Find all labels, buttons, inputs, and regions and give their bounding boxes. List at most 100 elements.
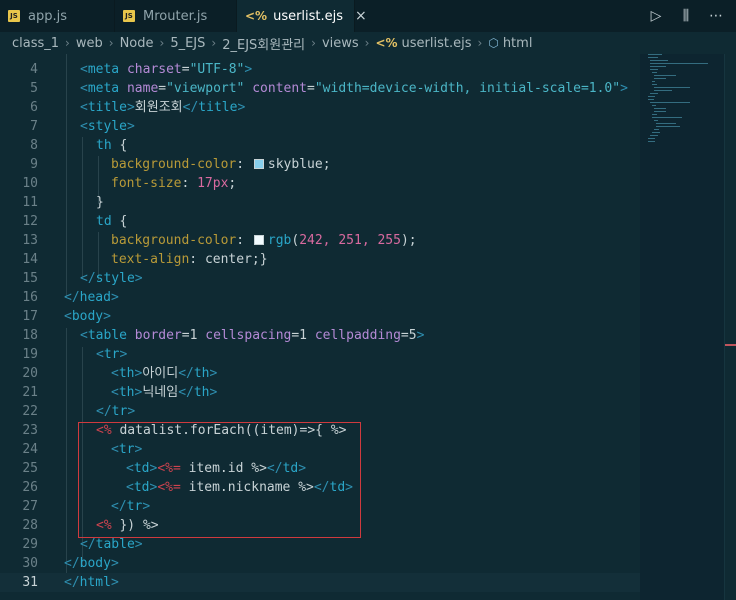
minimap-line <box>650 135 658 136</box>
line-number: 8 <box>30 138 38 153</box>
minimap-line <box>652 132 660 133</box>
split-editor-icon[interactable]: ⫼ <box>678 8 694 24</box>
line-number: 9 <box>30 157 38 172</box>
chevron-right-icon: › <box>311 36 316 50</box>
line-number: 26 <box>22 480 38 495</box>
line-number: 6 <box>30 100 38 115</box>
scrollbar-marker <box>725 344 736 346</box>
chevron-right-icon: › <box>108 36 114 50</box>
breadcrumb: class_1 › web › Node › 5_EJS › 2_EJS회원관리 › vi… <box>0 32 736 54</box>
minimap-line <box>654 90 672 91</box>
minimap-line <box>650 69 658 70</box>
minimap-line <box>654 75 676 76</box>
html-element-icon: ⬡ <box>488 36 499 50</box>
code-line: 19 <tr> <box>0 345 640 364</box>
minimap-line <box>650 63 708 64</box>
code-line: 4 <meta charset="UTF-8"> <box>0 60 640 79</box>
code-line: 17 <body> <box>0 307 640 326</box>
line-number: 16 <box>22 290 38 305</box>
code-line: 22 </tr> <box>0 402 640 421</box>
line-number: 14 <box>22 252 38 267</box>
breadcrumb-item[interactable]: userlist.ejs <box>402 36 472 51</box>
highlight-annotation-box <box>78 422 361 538</box>
minimap-line <box>656 123 676 124</box>
minimap-line <box>652 117 682 118</box>
chevron-right-icon: › <box>211 36 217 50</box>
line-number: 23 <box>22 423 38 438</box>
line-number: 31 <box>22 575 38 590</box>
tab-label: userlist.ejs <box>273 8 344 24</box>
code-line: 7 <style> <box>0 117 640 136</box>
minimap-line <box>648 99 654 100</box>
minimap-line <box>650 66 666 67</box>
code-line: 9 background-color: skyblue; <box>0 155 640 174</box>
code-line: 15 </style> <box>0 269 640 288</box>
line-number: 18 <box>22 328 38 343</box>
minimap-line <box>654 111 666 112</box>
breadcrumb-item[interactable]: 2_EJS회원관리 <box>222 34 305 53</box>
line-number: 22 <box>22 404 38 419</box>
code-line: 6 <title>회원조회</title> <box>0 98 640 117</box>
breadcrumb-item[interactable]: 5_EJS <box>170 36 205 51</box>
breadcrumb-item[interactable]: views <box>322 36 359 51</box>
minimap-line <box>650 102 690 103</box>
line-number: 19 <box>22 347 38 362</box>
chevron-right-icon: › <box>65 36 70 50</box>
tab-mrouter-js[interactable]: JS Mrouter.js <box>115 0 237 32</box>
color-swatch[interactable] <box>253 159 264 169</box>
minimap-line <box>652 114 657 115</box>
line-number: 28 <box>22 518 38 533</box>
minimap-line <box>652 105 656 106</box>
minimap-line <box>648 96 655 97</box>
minimap-line <box>654 87 690 88</box>
minimap-line <box>648 138 655 139</box>
line-number: 13 <box>22 233 38 248</box>
minimap-line <box>656 126 680 127</box>
minimap-line <box>650 60 668 61</box>
minimap-line <box>654 129 659 130</box>
minimap-line <box>654 108 666 109</box>
code-line: 13 background-color: rgb(242, 251, 255); <box>0 231 640 250</box>
code-line: 21 <th>닉네임</th> <box>0 383 640 402</box>
line-number: 27 <box>22 499 38 514</box>
breadcrumb-item[interactable]: web <box>76 36 103 51</box>
code-line: 12 td { <box>0 212 640 231</box>
chevron-right-icon: › <box>364 36 370 50</box>
minimap-line <box>652 84 657 85</box>
code-line: 18 <table border=1 cellspacing=1 cellpadd… <box>0 326 640 345</box>
minimap-line <box>648 141 655 142</box>
minimap-line <box>648 57 658 58</box>
minimap-line <box>654 78 666 79</box>
line-number: 4 <box>30 62 38 77</box>
run-icon[interactable]: ▷ <box>648 8 664 24</box>
close-icon[interactable]: × <box>355 8 367 24</box>
code-editor[interactable]: 4 <meta charset="UTF-8"> 5 <meta name="vie… <box>0 54 640 600</box>
line-number: 29 <box>22 537 38 552</box>
minimap[interactable] <box>640 54 724 600</box>
more-actions-icon[interactable]: ⋯ <box>708 8 724 24</box>
line-number: 11 <box>22 195 38 210</box>
line-number: 24 <box>22 442 38 457</box>
chevron-right-icon: › <box>477 36 483 50</box>
line-number: 17 <box>22 309 38 324</box>
code-line: 11} <box>0 193 640 212</box>
line-number: 12 <box>22 214 38 229</box>
breadcrumb-item[interactable]: class_1 <box>12 36 59 51</box>
tab-app-js[interactable]: JS app.js <box>0 0 115 32</box>
code-line: 5 <meta name="viewport" content="width=de… <box>0 79 640 98</box>
code-line: 14 text-align: center;} <box>0 250 640 269</box>
ejs-file-icon: <% <box>245 9 268 23</box>
minimap-line <box>652 81 655 82</box>
tab-userlist-ejs[interactable]: <% userlist.ejs × <box>237 0 367 32</box>
breadcrumb-item[interactable]: html <box>503 36 533 51</box>
tab-label: Mrouter.js <box>143 8 208 24</box>
line-number: 5 <box>30 81 38 96</box>
vertical-scrollbar[interactable] <box>724 54 736 600</box>
color-swatch[interactable] <box>253 235 264 245</box>
code-line: 10 font-size: 17px; <box>0 174 640 193</box>
line-number: 15 <box>22 271 38 286</box>
breadcrumb-item[interactable]: Node <box>120 36 154 51</box>
minimap-line <box>648 54 662 55</box>
js-file-icon: JS <box>8 10 20 22</box>
minimap-line <box>654 120 658 121</box>
